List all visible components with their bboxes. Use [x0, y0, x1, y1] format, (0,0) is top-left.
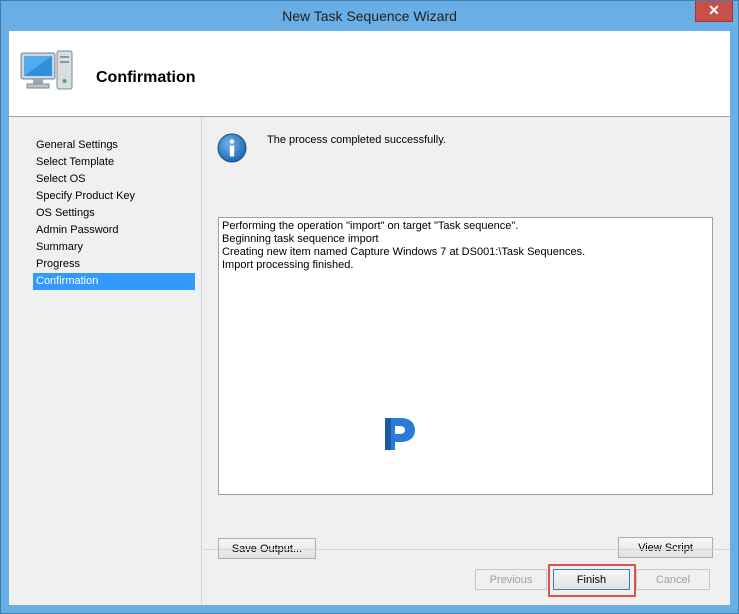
- sidebar-item-confirmation[interactable]: Confirmation: [33, 273, 195, 290]
- wizard-header: Confirmation: [9, 31, 730, 117]
- footer-divider: [203, 549, 730, 550]
- sidebar-item-summary[interactable]: Summary: [33, 239, 195, 256]
- status-message: The process completed successfully.: [267, 134, 446, 146]
- wizard-window: New Task Sequence Wizard ✕ Confirmation …: [0, 0, 739, 614]
- wizard-client: Confirmation General Settings Select Tem…: [9, 31, 730, 605]
- close-icon: ✕: [708, 2, 720, 18]
- watermark-logo-icon: [385, 418, 415, 450]
- output-line: Creating new item named Capture Windows …: [222, 246, 586, 258]
- window-title: New Task Sequence Wizard: [282, 8, 457, 24]
- sidebar-item-specify-product-key[interactable]: Specify Product Key: [33, 188, 195, 205]
- output-line: Beginning task sequence import: [222, 233, 379, 245]
- page-title: Confirmation: [96, 69, 196, 86]
- computer-icon: [20, 50, 73, 90]
- sidebar-item-select-os[interactable]: Select OS: [33, 171, 195, 188]
- finish-button[interactable]: Finish: [553, 569, 630, 590]
- sidebar-item-progress[interactable]: Progress: [33, 256, 195, 273]
- sidebar-item-os-settings[interactable]: OS Settings: [33, 205, 195, 222]
- info-icon: [217, 133, 247, 163]
- sidebar-item-general-settings[interactable]: General Settings: [33, 137, 195, 154]
- cancel-button[interactable]: Cancel: [636, 569, 710, 590]
- title-bar[interactable]: New Task Sequence Wizard ✕: [1, 1, 738, 31]
- wizard-steps-sidebar: General Settings Select Template Select …: [9, 117, 202, 605]
- output-line: Import processing finished.: [222, 259, 354, 271]
- view-script-button[interactable]: View Script: [618, 537, 713, 558]
- previous-button[interactable]: Previous: [475, 569, 547, 590]
- sidebar-item-select-template[interactable]: Select Template: [33, 154, 195, 171]
- close-button[interactable]: ✕: [695, 1, 733, 22]
- output-line: Performing the operation "import" on tar…: [222, 220, 519, 232]
- sidebar-item-admin-password[interactable]: Admin Password: [33, 222, 195, 239]
- output-log-textarea[interactable]: Performing the operation "import" on tar…: [218, 217, 713, 495]
- confirmation-panel: The process completed successfully. Perf…: [203, 117, 730, 559]
